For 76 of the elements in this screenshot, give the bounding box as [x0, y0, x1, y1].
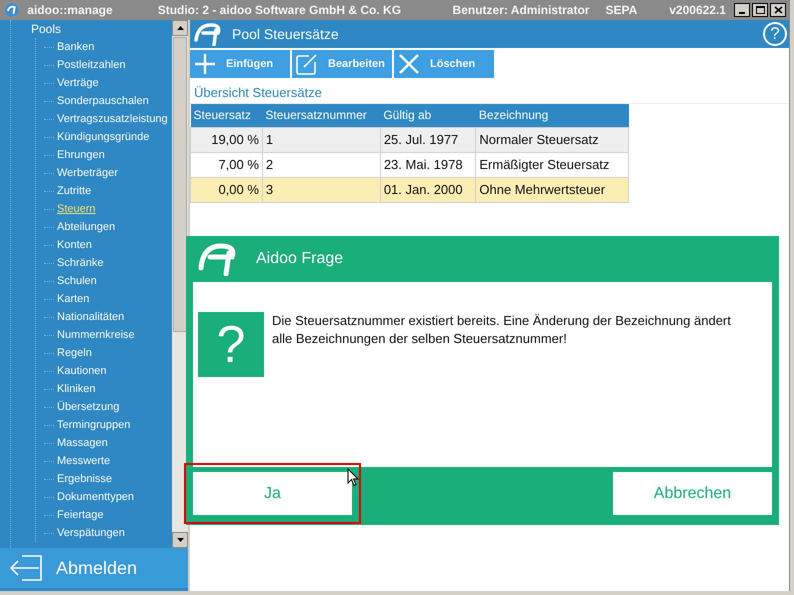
tree-item[interactable]: Steuern	[57, 200, 96, 218]
table-cell: Ohne Mehrwertsteuer	[476, 177, 628, 202]
column-header[interactable]: Gültig ab	[380, 104, 476, 127]
help-button[interactable]: ?	[763, 22, 787, 46]
table-cell: 3	[262, 177, 380, 202]
app-logo-icon	[4, 2, 20, 18]
up-arrow-icon[interactable]	[176, 26, 184, 30]
table-row[interactable]: 19,00 % 1 25. Jul. 1977 Normaler Steuersatz	[190, 127, 628, 152]
maximize-button[interactable]	[752, 3, 768, 17]
tree-item[interactable]: Kliniken	[57, 380, 96, 398]
user-label: Benutzer: Administrator	[452, 2, 590, 19]
tree-item[interactable]: Schulen	[57, 272, 97, 290]
toolbar-button[interactable]: Einfügen	[190, 50, 290, 78]
tree-item[interactable]: Karten	[57, 290, 90, 308]
dialog-button[interactable]: Ja	[193, 472, 352, 515]
studio-label: Studio: 2 - aidoo Software GmbH & Co. KG	[158, 2, 402, 19]
table-cell: 23. Mai. 1978	[380, 152, 476, 177]
table-cell: Normaler Steuersatz	[476, 127, 628, 152]
tree-item[interactable]: Postleitzahlen	[57, 56, 126, 74]
edit-icon	[296, 53, 318, 75]
version-label: v200622.1	[669, 2, 726, 19]
tree-item[interactable]: Termingruppen	[57, 416, 130, 434]
close-button[interactable]	[770, 3, 786, 17]
tree-item[interactable]: Dokumenttypen	[57, 488, 134, 506]
tree-item[interactable]: Nationalitäten	[57, 308, 124, 326]
table-cell: 2	[262, 152, 380, 177]
dialog-message: Die Steuersatznummer existiert bereits. Eine Änderung der Bezeichnung ändert alle Bezeichnungen der selben Steuersatznummer!	[272, 312, 732, 348]
tree-item[interactable]: Ehrungen	[57, 146, 105, 164]
tree-item[interactable]: Messwerte	[57, 452, 110, 470]
tree-item[interactable]: Werbeträger	[57, 164, 118, 182]
tree-item[interactable]: Kautionen	[57, 362, 107, 380]
tree-item[interactable]: Zutritte	[57, 182, 92, 200]
tree-item[interactable]: Übersetzung	[57, 398, 120, 416]
plus-icon	[194, 53, 216, 75]
page-title: Pool Steuersätze	[232, 24, 339, 44]
tree-item[interactable]: Abteilungen	[57, 218, 116, 236]
toolbar-button[interactable]: Löschen	[394, 50, 494, 78]
window-title: aidoo::manage	[27, 2, 114, 19]
tree-item[interactable]: Regeln	[57, 344, 92, 362]
close-icon	[774, 6, 782, 14]
column-header[interactable]: Steuersatz	[190, 104, 262, 127]
minimize-button[interactable]	[734, 3, 750, 17]
scrollbar[interactable]	[172, 20, 188, 548]
tree-item[interactable]: Konten	[57, 236, 92, 254]
tree-item[interactable]: Verspätungen	[57, 524, 125, 542]
tree-item[interactable]: Banken	[57, 38, 94, 56]
question-icon: ?	[198, 312, 264, 377]
logout-icon	[8, 555, 42, 581]
tree-item[interactable]: Kündigungsgründe	[57, 128, 150, 146]
table-cell: 01. Jan. 2000	[380, 177, 476, 202]
close-icon	[398, 53, 420, 75]
table-cell: 0,00 %	[190, 177, 262, 202]
toolbar-button[interactable]: Bearbeiten	[292, 50, 392, 78]
logout-button[interactable]: Abmelden	[0, 548, 188, 588]
mode-label: SEPA	[605, 2, 638, 19]
column-header[interactable]: Steuersatznummer	[262, 104, 380, 127]
tree-item[interactable]: Sonderpauschalen	[57, 92, 149, 110]
dialog-button[interactable]: Abbrechen	[613, 472, 772, 515]
tree-item[interactable]: Nummernkreise	[57, 326, 135, 344]
tree-item[interactable]: Schränke	[57, 254, 104, 272]
dialog-title: Aidoo Frage	[256, 249, 344, 269]
table-row[interactable]: 0,00 % 3 01. Jan. 2000 Ohne Mehrwertsteuer	[190, 177, 628, 202]
table-cell: 7,00 %	[190, 152, 262, 177]
table-cell: 25. Jul. 1977	[380, 127, 476, 152]
table-row[interactable]: 7,00 % 2 23. Mai. 1978 Ermäßigter Steuersatz	[190, 152, 628, 177]
tree-item[interactable]: Massagen	[57, 434, 108, 452]
table-cell: 1	[262, 127, 380, 152]
tree-item[interactable]: Pools	[31, 20, 62, 38]
tree-item[interactable]: Vertragszusatzleistung	[57, 110, 168, 128]
column-header[interactable]: Bezeichnung	[476, 104, 628, 127]
down-arrow-icon[interactable]	[176, 538, 184, 542]
tree-item[interactable]: Feiertage	[57, 506, 104, 524]
table-cell: 19,00 %	[190, 127, 262, 152]
tree-item[interactable]: Verträge	[57, 74, 99, 92]
table-cell: Ermäßigter Steuersatz	[476, 152, 628, 177]
tree-item[interactable]: Ergebnisse	[57, 470, 112, 488]
